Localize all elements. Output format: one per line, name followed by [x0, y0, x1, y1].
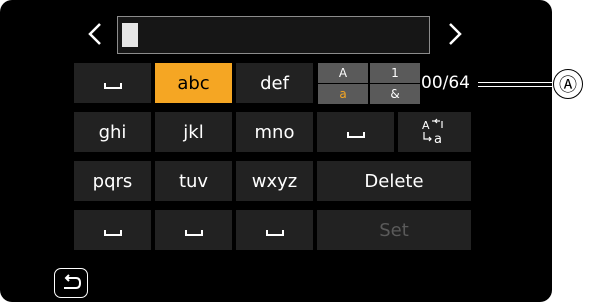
case-toggle-button[interactable]: A a: [398, 112, 471, 152]
key-label: jkl: [183, 121, 204, 143]
mode-lowercase-button[interactable]: a: [318, 84, 368, 104]
mode-label: A: [338, 66, 348, 80]
space-key[interactable]: [236, 210, 313, 250]
key-label: def: [260, 72, 289, 94]
back-button[interactable]: [54, 268, 88, 298]
key-label: mno: [254, 121, 295, 143]
key-ghi[interactable]: ghi: [74, 112, 151, 152]
set-button[interactable]: Set: [317, 210, 471, 250]
space-icon: [103, 230, 122, 236]
mode-label: &: [390, 87, 400, 101]
character-counter: 00/64: [421, 73, 470, 93]
text-input-field[interactable]: [117, 16, 430, 54]
mode-number-button[interactable]: 1: [370, 63, 420, 83]
key-label: ghi: [98, 121, 127, 143]
key-def[interactable]: def: [236, 63, 313, 103]
svg-text:a: a: [434, 132, 442, 146]
delete-button[interactable]: Delete: [317, 161, 471, 201]
key-label: abc: [177, 72, 210, 94]
mode-label: a: [339, 87, 347, 101]
space-key[interactable]: [155, 210, 232, 250]
return-icon: [64, 274, 82, 289]
key-jkl[interactable]: jkl: [155, 112, 232, 152]
mode-symbol-button[interactable]: &: [370, 84, 420, 104]
key-label: wxyz: [251, 170, 298, 192]
key-label: tuv: [178, 170, 209, 192]
key-tuv[interactable]: tuv: [155, 161, 232, 201]
space-key[interactable]: [74, 210, 151, 250]
callout-line: [478, 82, 552, 87]
space-icon: [103, 83, 122, 89]
chevron-left-icon[interactable]: [86, 22, 106, 46]
callout-marker: Ⓐ: [553, 69, 583, 99]
space-key[interactable]: [317, 112, 394, 152]
key-abc[interactable]: abc: [155, 63, 232, 103]
space-icon: [265, 230, 284, 236]
space-key[interactable]: [74, 63, 151, 103]
key-label: pqrs: [92, 170, 133, 192]
chevron-right-icon[interactable]: [444, 22, 464, 46]
key-mno[interactable]: mno: [236, 112, 313, 152]
mode-uppercase-button[interactable]: A: [318, 63, 368, 83]
svg-text:A: A: [422, 119, 430, 132]
key-wxyz[interactable]: wxyz: [236, 161, 313, 201]
set-label: Set: [379, 219, 409, 241]
space-icon: [184, 230, 203, 236]
delete-label: Delete: [364, 170, 424, 192]
camera-screen: abc def A 1 a & 00/64 ghi jkl mno A a pq…: [0, 0, 552, 302]
space-icon: [346, 132, 365, 138]
mode-label: 1: [391, 66, 399, 80]
text-cursor: [122, 23, 138, 47]
key-pqrs[interactable]: pqrs: [74, 161, 151, 201]
case-toggle-icon: A a: [422, 118, 443, 146]
